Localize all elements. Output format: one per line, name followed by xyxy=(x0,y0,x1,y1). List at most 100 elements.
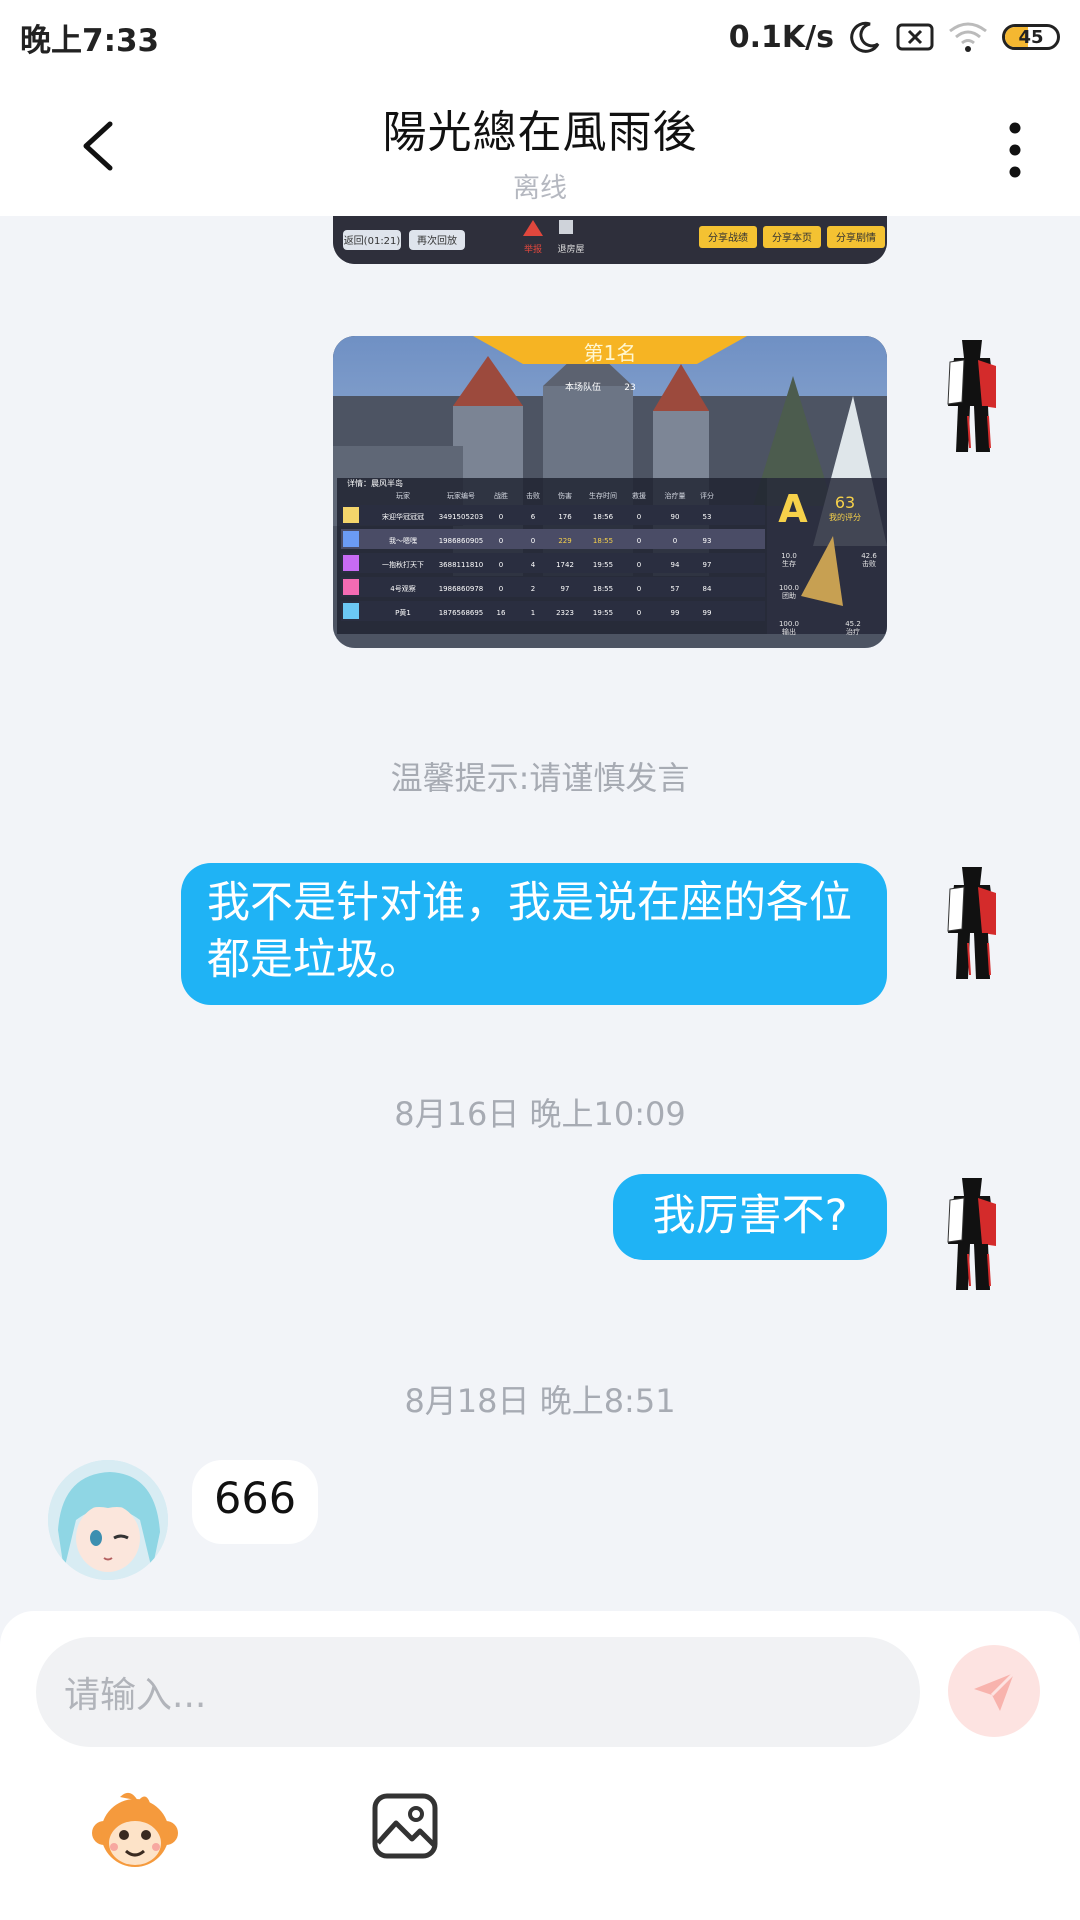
input-placeholder: 请输入... xyxy=(64,1675,207,1716)
game-table-cell: 16 xyxy=(497,609,506,617)
game-table-cell: 18:55 xyxy=(593,537,613,545)
column-header: 评分 xyxy=(700,491,714,500)
player-avatar xyxy=(343,603,359,619)
game-table-cell: 97 xyxy=(561,585,570,593)
game-table-cell: 1876568695 xyxy=(439,609,484,617)
status-time: 晚上7:33 xyxy=(20,22,160,59)
column-header: 救援 xyxy=(632,491,646,500)
game-table-cell: 0 xyxy=(499,537,503,545)
game-table-cell: 0 xyxy=(637,513,641,521)
game-table-cell: 6 xyxy=(531,513,536,521)
image-message-game-result[interactable]: 第1名 本场队伍 23 详情：晨风半岛 玩家 玩家编号 战胜 击败 伤害 生存时… xyxy=(333,336,887,648)
message-bubble-outgoing[interactable]: 我不是针对谁，我是说在座的各位都是垃圾。 xyxy=(181,863,887,1005)
column-header: 战胜 xyxy=(494,491,508,500)
self-avatar[interactable] xyxy=(940,336,1004,456)
stat-label: 治疗 xyxy=(846,627,860,636)
game-table-cell: 229 xyxy=(558,537,571,545)
stat-value: 42.6 xyxy=(861,552,877,560)
game-table-cell: 一抱秋打天下 xyxy=(382,560,424,569)
game-table-cell: 0 xyxy=(673,537,677,545)
game-table-cell: 宋迎华冠冠冠 xyxy=(382,512,424,521)
rank-banner: 第1名 xyxy=(584,341,637,365)
send-button[interactable] xyxy=(948,1645,1040,1737)
game-table-cell: 53 xyxy=(703,513,712,521)
column-header: 玩家 xyxy=(396,491,410,500)
game-table-cell: 19:55 xyxy=(593,609,613,617)
game-table-cell: 0 xyxy=(499,513,503,521)
network-speed: 0.1K/s xyxy=(728,19,834,55)
game-table-cell: 0 xyxy=(637,561,641,569)
share-page-label: 分享本页 xyxy=(772,231,812,244)
game-table-cell: 3688111810 xyxy=(439,561,484,569)
game-table-cell: 93 xyxy=(703,537,712,545)
message-text: 我不是针对谁，我是说在座的各位都是垃圾。 xyxy=(207,878,852,985)
game-table-cell: 1742 xyxy=(556,561,574,569)
column-header: 伤害 xyxy=(558,491,572,500)
game-table-cell: 0 xyxy=(499,585,503,593)
moon-icon xyxy=(850,21,880,53)
image-message-partial[interactable]: 返回(01:21) 再次回放 举报 退房屋 分享战绩 分享本页 分享剧情 xyxy=(333,216,887,264)
game-table-cell: 1 xyxy=(531,609,535,617)
player-avatar xyxy=(343,579,359,595)
message-input[interactable]: 请输入... xyxy=(36,1637,920,1747)
title-block: 陽光總在風雨後 离线 xyxy=(240,96,840,205)
system-tip: 温馨提示:请谨慎发言 xyxy=(390,759,690,797)
back-arrow-icon[interactable] xyxy=(70,114,130,178)
game-result-footer-image: 返回(01:21) 再次回放 举报 退房屋 分享战绩 分享本页 分享剧情 xyxy=(333,216,887,264)
message-bubble-incoming[interactable]: 666 xyxy=(192,1460,318,1544)
game-table-cell: 2 xyxy=(531,585,535,593)
message-bubble-outgoing[interactable]: 我厉害不? xyxy=(613,1174,887,1260)
game-table-cell: 94 xyxy=(671,561,680,569)
chat-header: 陽光總在風雨後 离线 xyxy=(0,74,1080,216)
team-count-label: 本场队伍 xyxy=(565,381,601,393)
game-table-cell: 4号观察 xyxy=(390,584,415,593)
grade-caption: 我的评分 xyxy=(829,512,861,522)
game-table-cell: 99 xyxy=(703,609,712,617)
game-table-cell: 84 xyxy=(703,585,712,593)
game-table-cell: P黄1 xyxy=(395,608,411,617)
game-table-cell: 2323 xyxy=(556,609,574,617)
composer-panel: 请输入... xyxy=(0,1611,1080,1920)
stat-value: 10.0 xyxy=(781,552,797,560)
player-avatar xyxy=(343,531,359,547)
contact-avatar[interactable] xyxy=(48,1460,168,1580)
self-avatar[interactable] xyxy=(940,1174,1004,1294)
game-table-cell: 4 xyxy=(531,561,536,569)
self-avatar[interactable] xyxy=(940,863,1004,983)
player-avatar xyxy=(343,507,359,523)
timestamp: 8月18日 晚上8:51 xyxy=(404,1382,676,1420)
column-header: 生存时间 xyxy=(589,491,617,500)
game-table-cell: 19:55 xyxy=(593,561,613,569)
game-table-cell: 1986860978 xyxy=(439,585,484,593)
contact-name: 陽光總在風雨後 xyxy=(382,107,698,158)
sim-disabled-icon xyxy=(896,23,934,51)
image-picker-icon[interactable] xyxy=(370,1791,440,1861)
stat-value: 45.2 xyxy=(845,620,861,628)
monkey-emoji-icon[interactable] xyxy=(90,1791,180,1871)
replay-again-label: 再次回放 xyxy=(417,234,457,247)
status-bar: 晚上7:33 0.1K/s 45 xyxy=(0,0,1080,74)
status-icons: 0.1K/s 45 xyxy=(729,20,1060,55)
anime-girl-avatar-image xyxy=(48,1460,168,1580)
game-table-cell: 18:56 xyxy=(593,513,614,521)
game-table-cell: 0 xyxy=(499,561,503,569)
game-table-cell: 176 xyxy=(558,513,572,521)
stat-value: 100.0 xyxy=(779,584,799,592)
more-options-icon[interactable] xyxy=(1000,118,1030,182)
player-avatar xyxy=(343,555,359,571)
game-table-cell: 99 xyxy=(671,609,680,617)
game-result-image: 第1名 本场队伍 23 详情：晨风半岛 玩家 玩家编号 战胜 击败 伤害 生存时… xyxy=(333,336,887,648)
game-table-cell: 0 xyxy=(637,585,641,593)
message-list[interactable]: 返回(01:21) 再次回放 举报 退房屋 分享战绩 分享本页 分享剧情 第1名… xyxy=(0,216,1080,1611)
game-table-cell: 1986860905 xyxy=(439,537,484,545)
message-text: 我厉害不? xyxy=(652,1191,848,1241)
stat-label: 输出 xyxy=(782,627,796,636)
stat-label: 团助 xyxy=(782,591,796,600)
game-table-cell: 0 xyxy=(637,537,641,545)
stat-value: 100.0 xyxy=(779,620,799,628)
timestamp: 8月16日 晚上10:09 xyxy=(394,1095,686,1133)
stat-label: 生存 xyxy=(782,559,796,568)
game-table-cell: 我～嗯嘿 xyxy=(389,536,417,545)
column-header: 玩家编号 xyxy=(447,491,475,500)
paper-plane-icon xyxy=(974,1671,1016,1711)
